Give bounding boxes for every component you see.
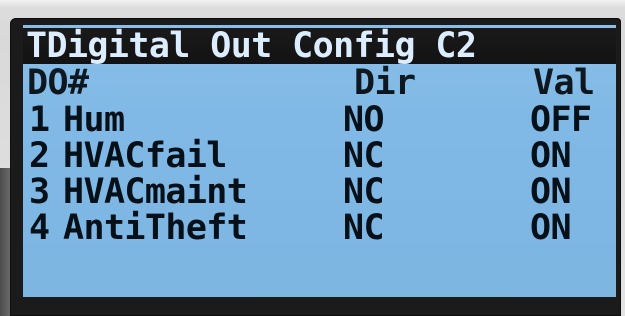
direction-header: Dir: [354, 63, 416, 103]
do-name: AntiTheft: [63, 208, 248, 248]
do-name: Hum: [63, 100, 125, 140]
do-direction: NC: [343, 208, 385, 248]
table-row[interactable]: 3 HVACmaint NC ON: [23, 174, 616, 210]
value-header: Val: [533, 63, 595, 103]
do-value: ON: [530, 208, 572, 248]
do-direction: NO: [343, 100, 385, 140]
screen-title: TDigital Out Config C2: [26, 26, 477, 66]
do-value: ON: [530, 136, 572, 176]
table-row[interactable]: 4 AntiTheft NC ON: [23, 210, 616, 246]
do-number-header: DO#: [27, 63, 89, 103]
screen-title-row: TDigital Out Config C2: [23, 28, 616, 64]
do-value: ON: [530, 172, 572, 212]
do-number: 4: [29, 208, 50, 248]
column-header-row: DO# Dir Val: [23, 65, 616, 101]
do-value: OFF: [530, 100, 592, 140]
do-number: 3: [29, 172, 50, 212]
do-number: 2: [29, 136, 50, 176]
do-direction: NC: [343, 172, 385, 212]
table-row[interactable]: 1 Hum NO OFF: [23, 102, 616, 138]
do-name: HVACfail: [63, 136, 227, 176]
do-number: 1: [29, 100, 50, 140]
lcd-display: TDigital Out Config C2 DO# Dir Val 1 Hum…: [23, 25, 616, 297]
do-direction: NC: [343, 136, 385, 176]
table-row[interactable]: 2 HVACfail NC ON: [23, 138, 616, 174]
do-name: HVACmaint: [63, 172, 248, 212]
